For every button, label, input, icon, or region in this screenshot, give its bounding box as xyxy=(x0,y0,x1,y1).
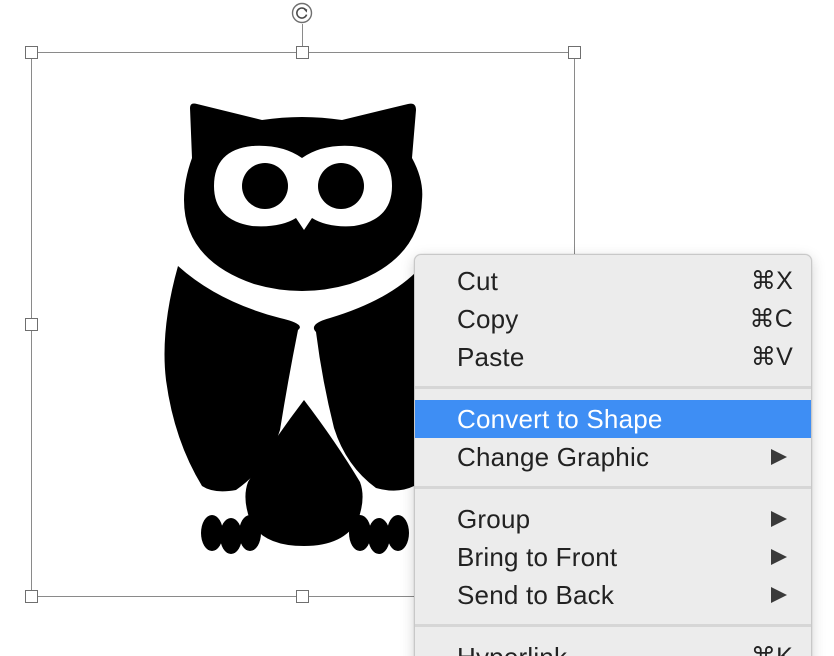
menu-item-label: Cut xyxy=(457,265,499,296)
menu-item-label: Copy xyxy=(457,303,519,334)
resize-handle-top-right[interactable] xyxy=(568,46,581,59)
menu-item-label: Hyperlink xyxy=(457,642,567,656)
resize-handle-left[interactable] xyxy=(25,318,38,331)
menu-item-copy[interactable]: Copy ⌘C xyxy=(415,300,811,338)
menu-item-cut[interactable]: Cut ⌘X xyxy=(415,262,811,300)
submenu-arrow-icon xyxy=(771,511,787,527)
submenu-arrow-icon xyxy=(771,449,787,465)
rotate-icon[interactable] xyxy=(291,2,313,24)
menu-item-change-graphic[interactable]: Change Graphic xyxy=(415,438,811,476)
submenu-arrow-icon xyxy=(771,587,787,603)
resize-handle-bottom[interactable] xyxy=(296,590,309,603)
menu-item-label: Paste xyxy=(457,341,525,372)
context-menu: Cut ⌘X Copy ⌘C Paste ⌘V Convert to Shape… xyxy=(414,254,812,656)
resize-handle-top-left[interactable] xyxy=(25,46,38,59)
menu-item-bring-to-front[interactable]: Bring to Front xyxy=(415,538,811,576)
menu-item-label: Send to Back xyxy=(457,579,615,610)
menu-item-label: Convert to Shape xyxy=(457,403,663,434)
menu-item-hyperlink[interactable]: Hyperlink ⌘K xyxy=(415,638,811,656)
menu-item-shortcut: ⌘X xyxy=(750,267,793,295)
menu-item-label: Group xyxy=(457,503,531,534)
menu-item-shortcut: ⌘C xyxy=(749,305,793,333)
menu-item-paste[interactable]: Paste ⌘V xyxy=(415,338,811,376)
menu-item-shortcut: ⌘V xyxy=(750,343,793,371)
menu-item-shortcut: ⌘K xyxy=(751,642,793,656)
menu-item-label: Bring to Front xyxy=(457,541,618,572)
submenu-arrow-icon xyxy=(771,549,787,565)
menu-separator xyxy=(415,386,811,389)
menu-item-send-to-back[interactable]: Send to Back xyxy=(415,576,811,614)
resize-handle-bottom-left[interactable] xyxy=(25,590,38,603)
menu-item-convert-to-shape[interactable]: Convert to Shape xyxy=(415,400,811,438)
menu-separator xyxy=(415,624,811,627)
menu-item-group[interactable]: Group xyxy=(415,500,811,538)
menu-item-label: Change Graphic xyxy=(457,441,650,472)
rotate-stem xyxy=(302,24,303,46)
resize-handle-top[interactable] xyxy=(296,46,309,59)
slide-canvas[interactable]: Cut ⌘X Copy ⌘C Paste ⌘V Convert to Shape… xyxy=(0,0,834,656)
menu-separator xyxy=(415,486,811,489)
